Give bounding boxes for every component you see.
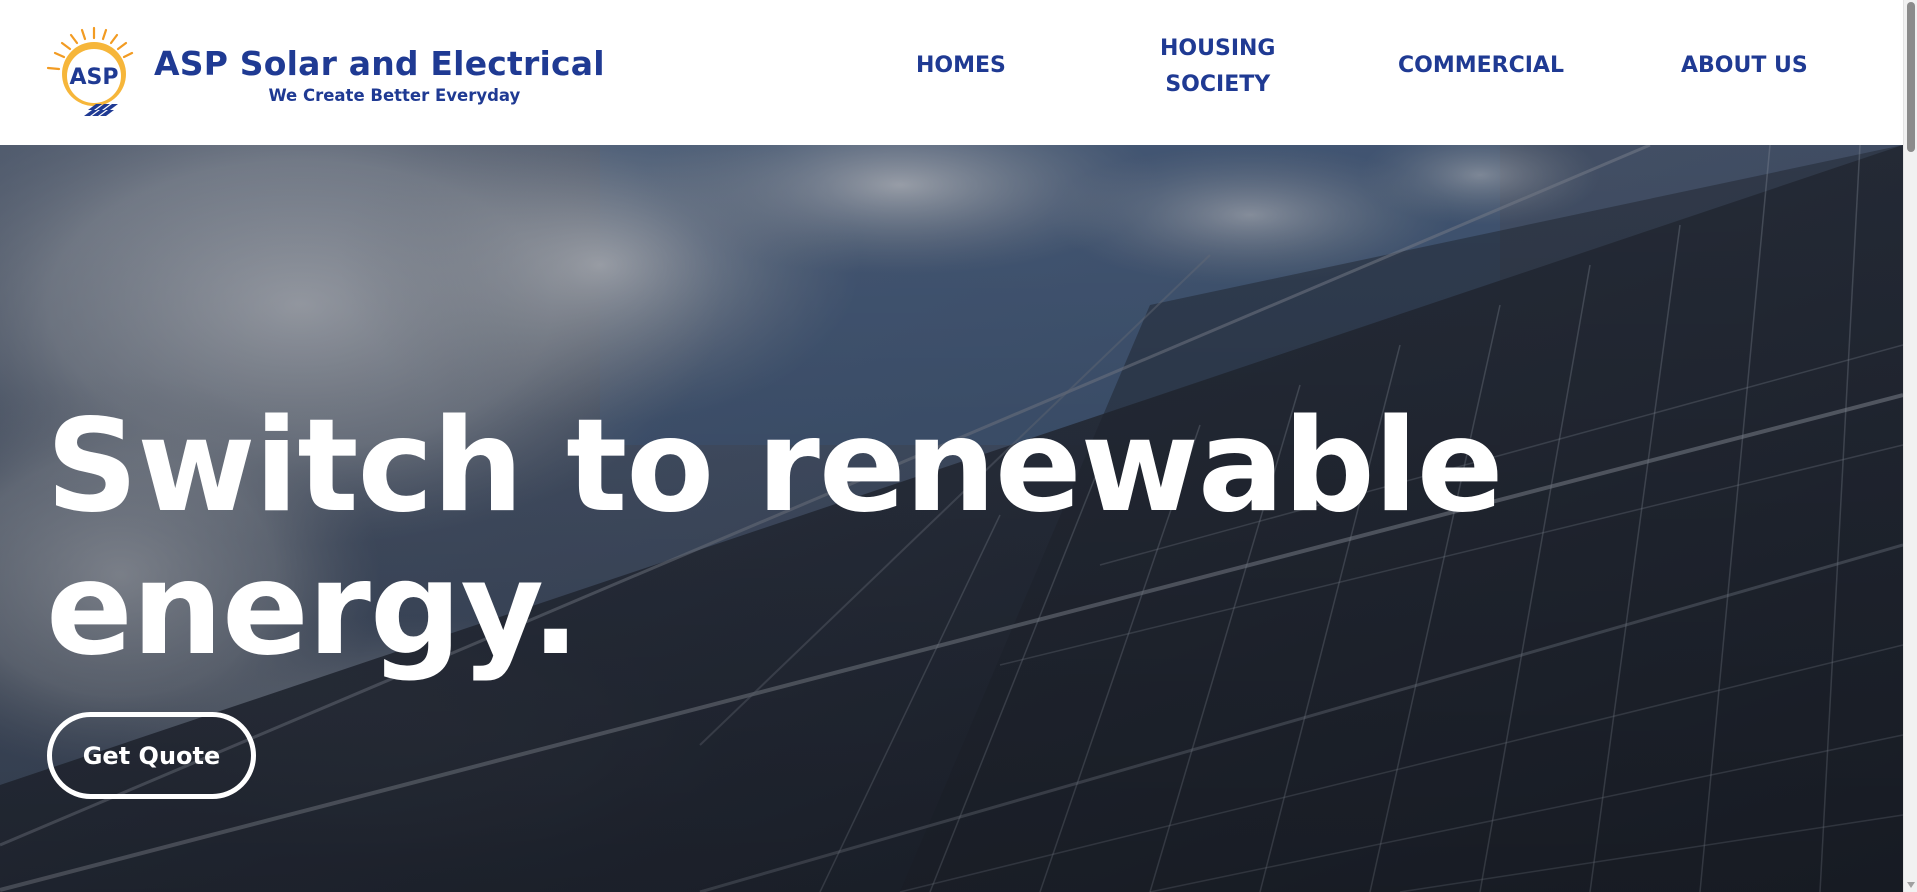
get-quote-button[interactable]: Get Quote — [47, 712, 256, 799]
scrollbar-thumb[interactable] — [1907, 2, 1915, 152]
nav-housing-line2: SOCIETY — [1165, 72, 1271, 97]
nav-housing-line1: HOUSING — [1160, 36, 1276, 61]
page: ASP ASP Solar and Electrical We Create B… — [0, 0, 1917, 892]
nav-item-about-us[interactable]: ABOUT US — [1681, 48, 1808, 84]
nav-item-commercial[interactable]: COMMERCIAL — [1398, 48, 1564, 84]
nav-item-housing-society[interactable]: HOUSING SOCIETY — [1160, 31, 1275, 103]
vertical-scrollbar[interactable] — [1903, 0, 1917, 892]
hero-title-line2: energy. — [46, 535, 580, 684]
hero-title: Switch to renewable energy. — [46, 395, 1506, 681]
site-header: ASP ASP Solar and Electrical We Create B… — [0, 0, 1903, 145]
nav-item-homes[interactable]: HOMES — [916, 48, 1006, 84]
scroll-down-arrow-icon[interactable] — [1907, 882, 1915, 888]
hero-section: Switch to renewable energy. Get Quote — [0, 145, 1903, 892]
hero-title-line1: Switch to renewable — [46, 392, 1504, 541]
main-nav: HOMES HOUSING SOCIETY COMMERCIAL ABOUT U… — [0, 0, 1903, 145]
